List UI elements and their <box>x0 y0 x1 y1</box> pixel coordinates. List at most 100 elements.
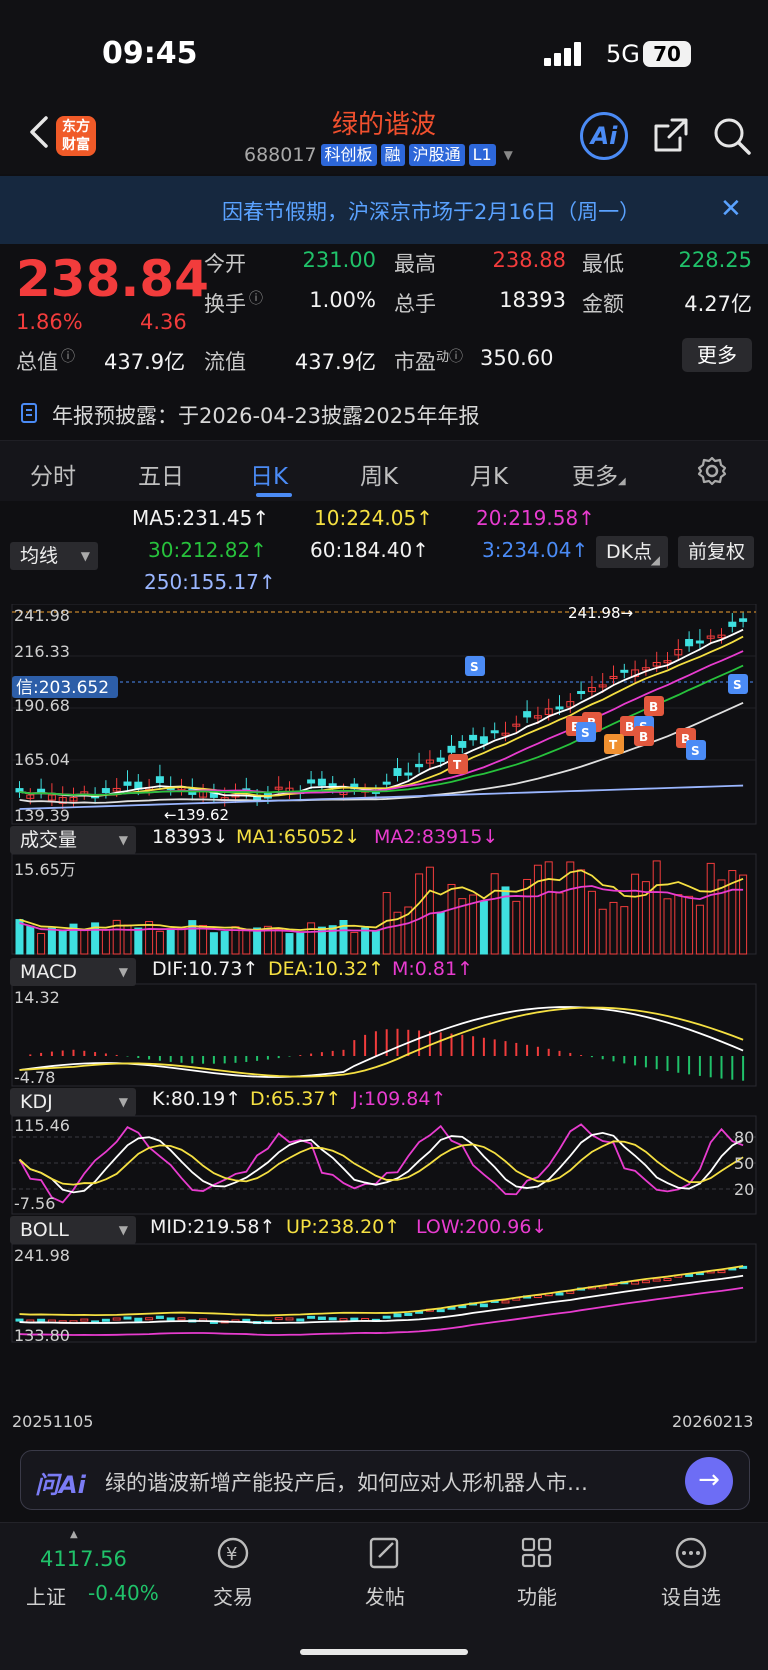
network-type: 5G <box>606 40 640 68</box>
tag-level: L1 <box>468 144 496 166</box>
close-icon[interactable]: ✕ <box>720 194 742 224</box>
kline-chart-area[interactable]: MA5:231.45↑ 10:224.05↑ 20:219.58↑ 均线 ▼ 30… <box>0 500 768 1440</box>
more-dots-icon <box>675 1537 707 1569</box>
candle <box>155 776 164 783</box>
candle <box>393 768 402 776</box>
candle <box>479 736 488 744</box>
nav-post[interactable]: 发帖 <box>330 1535 440 1610</box>
volume-selector[interactable]: 成交量 ▼ <box>10 826 136 854</box>
svg-text:S: S <box>581 726 590 740</box>
volume-bar <box>37 932 46 955</box>
tab-five-day[interactable]: 五日 <box>138 457 184 491</box>
volume-bar <box>145 921 154 955</box>
volume-bar <box>436 911 445 955</box>
search-icon[interactable] <box>712 116 752 156</box>
dif-line <box>19 1006 744 1078</box>
pe-label[interactable]: 市盈动ⓘ <box>394 346 463 376</box>
volume-bar <box>479 900 488 955</box>
turnover-label[interactable]: 换手 ⓘ <box>204 288 263 318</box>
index-percent[interactable]: -0.40% <box>88 1581 159 1605</box>
kdj-level-20: 20 <box>734 1180 755 1199</box>
dea-line <box>19 1006 744 1078</box>
caret-up-icon[interactable]: ▲ <box>70 1529 78 1540</box>
tab-monthly-k[interactable]: 月K <box>470 457 508 491</box>
axis-label: 139.39 <box>14 806 70 825</box>
nav-watchlist[interactable]: 设自选 <box>636 1535 746 1610</box>
volume-bar <box>101 928 110 955</box>
boll-candle <box>479 1303 488 1308</box>
stock-header: 东方 财富 绿的谐波 688017 科创板 融 沪股通 L1 ▼ Ai <box>0 100 768 174</box>
candle <box>307 779 316 784</box>
float-label: 流值 <box>204 350 246 374</box>
macd-selector[interactable]: MACD ▼ <box>10 958 136 986</box>
candle <box>436 757 445 762</box>
boll-candle <box>155 1315 164 1319</box>
candle <box>382 781 391 785</box>
ma-selector[interactable]: 均线 ▼ <box>10 542 98 570</box>
price-adjust-button[interactable]: 前复权 <box>678 536 754 568</box>
kdj-d: D:65.37↑ <box>250 1088 342 1110</box>
boll-candle <box>112 1317 121 1321</box>
settings-icon[interactable] <box>696 455 728 487</box>
volume-bar <box>523 878 532 955</box>
boll-axis-top: 241.98 <box>14 1246 70 1265</box>
volume-bar <box>663 898 672 955</box>
boll-candle <box>436 1309 445 1313</box>
quote-panel: 238.84 1.86% 4.36 总值 ⓘ 437.9亿 今开 231.00 最… <box>0 244 768 384</box>
boll-candle <box>307 1315 316 1319</box>
tab-intraday[interactable]: 分时 <box>30 457 76 491</box>
svg-text:S: S <box>470 660 479 674</box>
arrow-right-icon[interactable]: → <box>685 1457 733 1505</box>
index-value[interactable]: 4117.56 <box>40 1547 127 1571</box>
volume-ma1: MA1:65052↓ <box>236 826 361 848</box>
tab-more[interactable]: 更多◢ <box>572 457 626 491</box>
boll-candle <box>37 1318 46 1322</box>
axis-label: 165.04 <box>14 750 70 769</box>
share-icon[interactable] <box>652 116 690 154</box>
ma250-value: 250:155.17↑ <box>144 570 276 594</box>
chart-tabs: 分时 五日 日K 周K 月K 更多◢ <box>0 440 768 501</box>
boll-selector[interactable]: BOLL ▼ <box>10 1216 136 1244</box>
more-button[interactable]: 更多 <box>682 338 752 372</box>
ask-ai-input[interactable]: 问Ai 绿的谐波新增产能投产后，如何应对人形机器人市… → <box>20 1450 750 1510</box>
battery-icon: 70 <box>643 41 691 67</box>
announcement-bar[interactable]: 年报预披露：于2026-04-23披露2025年年报 <box>0 390 768 438</box>
stock-code-line[interactable]: 688017 科创板 融 沪股通 L1 ▼ <box>244 144 513 166</box>
float-value: 437.9亿 <box>294 350 376 374</box>
status-bar: 09:45 5G 70 <box>0 0 768 100</box>
info-icon: ⓘ <box>449 349 464 365</box>
dk-point-button[interactable]: DK点 ◢ <box>596 536 668 568</box>
volume-bar <box>706 862 715 955</box>
nav-functions[interactable]: 功能 <box>482 1535 592 1610</box>
index-name[interactable]: 上证 <box>26 1581 66 1610</box>
volume-bar <box>566 861 575 955</box>
ai-button[interactable]: Ai <box>580 112 628 160</box>
yuan-exchange-icon: ¥ <box>217 1537 249 1569</box>
market-cap-label[interactable]: 总值 ⓘ <box>16 346 75 376</box>
clock: 09:45 <box>102 36 198 71</box>
volume-bar <box>209 932 218 955</box>
volume-bar <box>512 900 521 955</box>
volume-bar <box>674 894 683 955</box>
ma20-value: 20:219.58↑ <box>476 506 595 530</box>
macd-axis-bottom: -4.78 <box>14 1068 56 1087</box>
axis-label: 216.33 <box>14 642 70 661</box>
volume-bar <box>15 919 24 955</box>
high-value: 238.88 <box>492 248 566 272</box>
tab-weekly-k[interactable]: 周K <box>360 457 398 491</box>
boll-candle <box>15 1318 24 1322</box>
high-label: 最高 <box>394 252 436 276</box>
boll-mid-line <box>19 1274 744 1324</box>
volume-bar <box>739 874 748 955</box>
svg-text:←139.62: ←139.62 <box>164 806 229 824</box>
candles-group <box>15 612 748 810</box>
boll-candle <box>134 1317 143 1322</box>
kdj-level-50: 50 <box>734 1154 755 1173</box>
candle <box>404 772 413 776</box>
volume-bar <box>631 873 640 955</box>
nav-trade[interactable]: ¥ 交易 <box>178 1535 288 1610</box>
ma10-value: 10:224.05↑ <box>314 506 433 530</box>
svg-text:S: S <box>691 744 700 758</box>
kdj-selector[interactable]: KDJ ▼ <box>10 1088 136 1116</box>
tab-daily-k[interactable]: 日K <box>250 457 288 491</box>
